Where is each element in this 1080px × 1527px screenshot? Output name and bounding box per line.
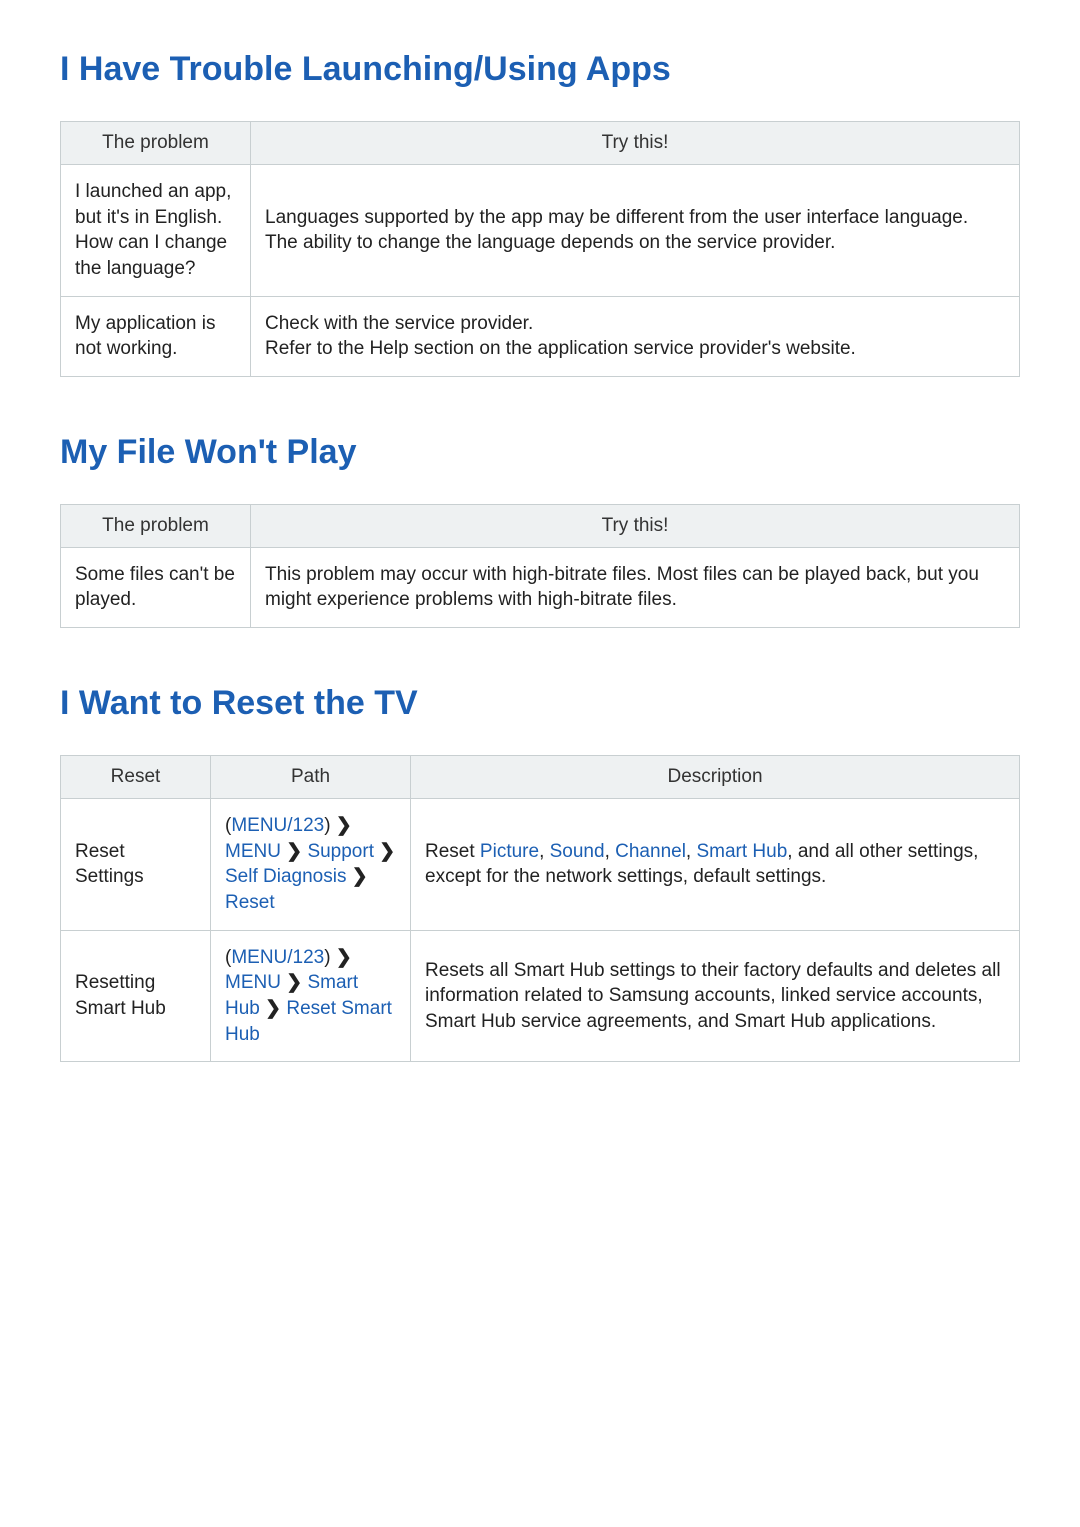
reset-table: Reset Path Description Reset Settings (M… [60, 755, 1020, 1062]
cell-try: Languages supported by the app may be di… [251, 165, 1020, 297]
header-try: Try this! [251, 122, 1020, 165]
table-row: I launched an app, but it's in English. … [61, 165, 1020, 297]
cell-path: (MENU/123) ❯ MENU ❯ Support ❯ Self Diagn… [211, 799, 411, 931]
path-key: MENU/123 [231, 815, 324, 836]
path-seg: Support [307, 841, 374, 862]
table-row: Resetting Smart Hub (MENU/123) ❯ MENU ❯ … [61, 930, 1020, 1062]
document-page: I Have Trouble Launching/Using Apps The … [0, 0, 1080, 1132]
header-problem: The problem [61, 504, 251, 547]
section-title-file: My File Won't Play [60, 433, 1020, 472]
section-title-reset: I Want to Reset the TV [60, 684, 1020, 723]
header-reset: Reset [61, 756, 211, 799]
apps-table: The problem Try this! I launched an app,… [60, 121, 1020, 377]
cell-try: This problem may occur with high-bitrate… [251, 547, 1020, 627]
desc-text: , [686, 841, 697, 862]
cell-problem: I launched an app, but it's in English. … [61, 165, 251, 297]
path-text: ) [324, 947, 330, 968]
file-table: The problem Try this! Some files can't b… [60, 504, 1020, 628]
chevron-right-icon: ❯ [286, 842, 302, 861]
table-header-row: The problem Try this! [61, 122, 1020, 165]
table-row: Reset Settings (MENU/123) ❯ MENU ❯ Suppo… [61, 799, 1020, 931]
cell-desc: Resets all Smart Hub settings to their f… [411, 930, 1020, 1062]
path-seg: MENU [225, 972, 281, 993]
desc-text: Reset [425, 841, 480, 862]
chevron-right-icon: ❯ [286, 973, 302, 992]
desc-keyword: Channel [615, 841, 686, 862]
path-key: MENU/123 [231, 947, 324, 968]
chevron-right-icon: ❯ [336, 816, 352, 835]
chevron-right-icon: ❯ [352, 867, 368, 886]
path-seg: Self Diagnosis [225, 866, 346, 887]
cell-path: (MENU/123) ❯ MENU ❯ Smart Hub ❯ Reset Sm… [211, 930, 411, 1062]
table-header-row: Reset Path Description [61, 756, 1020, 799]
section-title-apps: I Have Trouble Launching/Using Apps [60, 50, 1020, 89]
path-seg: Reset [225, 892, 275, 913]
path-text: ) [324, 815, 330, 836]
desc-text: , [605, 841, 616, 862]
cell-problem: Some files can't be played. [61, 547, 251, 627]
cell-try: Check with the service provider. Refer t… [251, 296, 1020, 376]
chevron-right-icon: ❯ [265, 999, 281, 1018]
chevron-right-icon: ❯ [336, 948, 352, 967]
header-desc: Description [411, 756, 1020, 799]
table-row: Some files can't be played. This problem… [61, 547, 1020, 627]
chevron-right-icon: ❯ [379, 842, 395, 861]
header-path: Path [211, 756, 411, 799]
cell-problem: My application is not working. [61, 296, 251, 376]
table-header-row: The problem Try this! [61, 504, 1020, 547]
desc-keyword: Smart Hub [696, 841, 787, 862]
cell-reset: Reset Settings [61, 799, 211, 931]
header-try: Try this! [251, 504, 1020, 547]
cell-reset: Resetting Smart Hub [61, 930, 211, 1062]
desc-text: , [539, 841, 550, 862]
desc-keyword: Picture [480, 841, 539, 862]
path-seg: MENU [225, 841, 281, 862]
cell-desc: Reset Picture, Sound, Channel, Smart Hub… [411, 799, 1020, 931]
header-problem: The problem [61, 122, 251, 165]
table-row: My application is not working. Check wit… [61, 296, 1020, 376]
desc-keyword: Sound [550, 841, 605, 862]
